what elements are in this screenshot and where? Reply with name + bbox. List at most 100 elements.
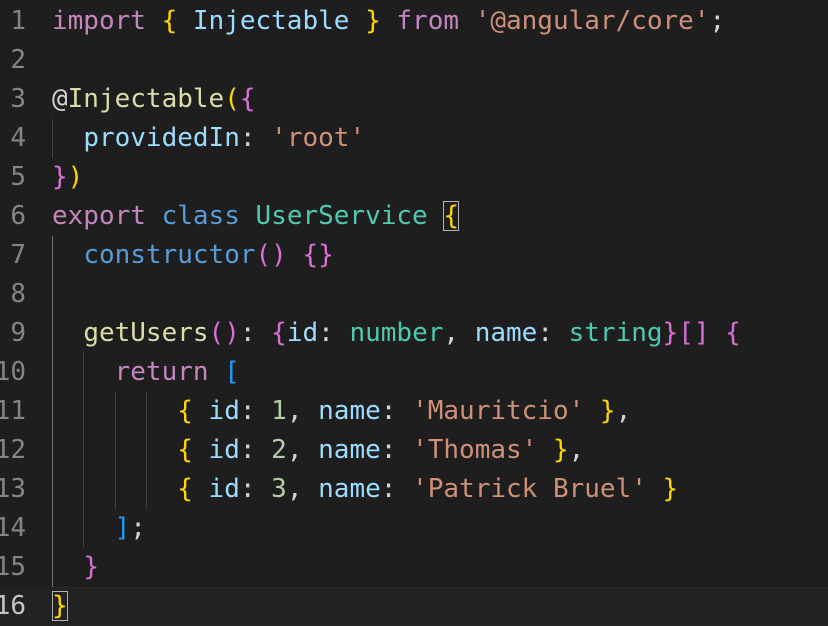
code-token: {} bbox=[302, 240, 334, 270]
code-token: ; bbox=[130, 513, 146, 543]
code-text: export class UserService { bbox=[52, 197, 460, 236]
code-line[interactable]: 8 bbox=[0, 275, 828, 314]
line-number: 14 bbox=[0, 513, 26, 543]
code-token: , bbox=[615, 396, 632, 426]
line-number: 1 bbox=[10, 6, 26, 36]
code-line[interactable]: 6 export class UserService { bbox=[0, 197, 828, 236]
code-token: } bbox=[552, 435, 569, 465]
code-token: } bbox=[662, 474, 679, 504]
code-token: , bbox=[286, 396, 319, 426]
code-token: : bbox=[239, 435, 272, 465]
code-line[interactable]: 13 { id: 3, name: 'Patrick Bruel' } bbox=[0, 470, 828, 509]
code-token: , bbox=[568, 435, 585, 465]
code-line[interactable]: 5}) bbox=[0, 158, 828, 197]
code-token: : bbox=[239, 474, 272, 504]
code-token: from bbox=[396, 6, 460, 36]
code-token: name bbox=[318, 435, 381, 465]
line-number: 16 bbox=[0, 591, 26, 621]
indent-guide bbox=[52, 119, 53, 158]
code-token: } bbox=[662, 318, 679, 348]
code-text: getUsers(): {id: number, name: string}[]… bbox=[52, 314, 741, 353]
code-editor[interactable]: 1 import { Injectable } from '@angular/co… bbox=[0, 0, 828, 626]
code-line[interactable]: 12 { id: 2, name: 'Thomas' }, bbox=[0, 431, 828, 470]
code-line[interactable]: 9 getUsers(): {id: number, name: string}… bbox=[0, 314, 828, 353]
code-token: { bbox=[177, 435, 193, 465]
code-token: } bbox=[365, 6, 381, 36]
code-token: getUsers bbox=[83, 318, 209, 348]
line-number: 7 bbox=[10, 240, 26, 270]
code-line[interactable]: 7 constructor() {} bbox=[0, 236, 828, 275]
code-token: , bbox=[443, 318, 475, 348]
code-text: import { Injectable } from '@angular/cor… bbox=[52, 2, 725, 41]
code-token: : bbox=[380, 435, 413, 465]
code-token: : bbox=[239, 318, 272, 348]
code-token: 'Thomas' bbox=[412, 435, 538, 465]
code-line[interactable]: 3 @Injectable({ bbox=[0, 80, 828, 119]
code-text: { id: 1, name: 'Mauritcio' }, bbox=[52, 392, 631, 431]
code-token: class bbox=[161, 201, 240, 231]
code-token: id bbox=[208, 435, 240, 465]
code-token: : bbox=[318, 318, 350, 348]
code-line[interactable]: 14 ]; bbox=[0, 509, 828, 548]
code-text: } bbox=[52, 587, 68, 626]
code-token: id bbox=[208, 474, 240, 504]
code-token: , bbox=[286, 474, 319, 504]
code-text: ]; bbox=[52, 509, 146, 548]
line-number: 3 bbox=[10, 84, 26, 114]
code-token: : bbox=[537, 318, 569, 348]
line-number: 5 bbox=[10, 162, 26, 192]
code-token: ( bbox=[224, 84, 240, 114]
code-text: @Injectable({ bbox=[52, 80, 256, 119]
code-token: @ bbox=[52, 84, 68, 114]
line-number: 6 bbox=[10, 201, 26, 231]
line-number: 12 bbox=[0, 435, 26, 465]
code-line[interactable]: 2 bbox=[0, 41, 828, 80]
code-token: 1 bbox=[271, 396, 287, 426]
indent-guide bbox=[52, 236, 53, 587]
code-line[interactable]: 15 } bbox=[0, 548, 828, 587]
code-token: ] bbox=[114, 513, 131, 543]
code-token: () bbox=[208, 318, 240, 348]
code-token: } bbox=[83, 552, 99, 582]
code-token: return bbox=[114, 357, 209, 387]
code-line[interactable]: 16} bbox=[0, 587, 828, 626]
line-number: 4 bbox=[10, 123, 26, 153]
line-number: 2 bbox=[10, 45, 26, 75]
line-number: 9 bbox=[10, 318, 26, 348]
code-token: } bbox=[52, 591, 68, 621]
code-line[interactable]: 4 providedIn: 'root' bbox=[0, 119, 828, 158]
code-line[interactable]: 11 { id: 1, name: 'Mauritcio' }, bbox=[0, 392, 828, 431]
code-token: id bbox=[286, 318, 319, 348]
code-text: }) bbox=[52, 158, 83, 197]
code-token: 'Patrick Bruel' bbox=[412, 474, 647, 504]
code-token: ) bbox=[67, 162, 84, 192]
code-text: constructor() {} bbox=[52, 236, 334, 275]
code-token: providedIn bbox=[83, 123, 240, 153]
indent-guide bbox=[114, 392, 116, 509]
code-token: id bbox=[208, 396, 240, 426]
code-token: name bbox=[318, 396, 381, 426]
line-number: 10 bbox=[0, 357, 26, 387]
code-token: Injectable bbox=[67, 84, 225, 114]
code-token: constructor bbox=[83, 240, 256, 270]
code-text: return [ bbox=[52, 353, 240, 392]
code-line[interactable]: 1 import { Injectable } from '@angular/co… bbox=[0, 2, 828, 41]
code-token: { bbox=[271, 318, 287, 348]
code-token: Injectable bbox=[192, 6, 350, 36]
code-token: 'Mauritcio' bbox=[412, 396, 585, 426]
code-token: 3 bbox=[271, 474, 287, 504]
code-line[interactable]: 10 return [ bbox=[0, 353, 828, 392]
code-token: : bbox=[239, 123, 272, 153]
